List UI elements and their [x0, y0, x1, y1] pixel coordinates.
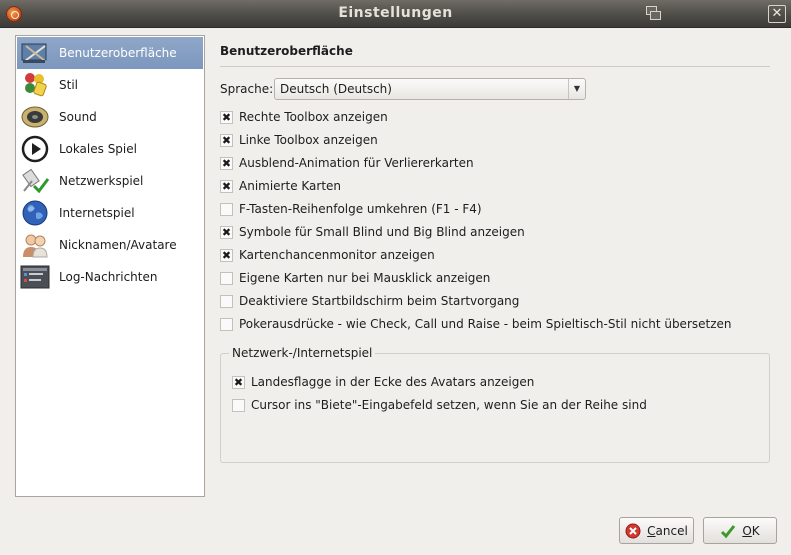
users-icon — [20, 231, 50, 259]
checkbox-checked[interactable]: ✖ — [220, 248, 233, 262]
option-row[interactable]: Eigene Karten nur bei Mausklick anzeigen — [220, 269, 490, 287]
sidebar-item-label: Nicknamen/Avatare — [59, 238, 177, 252]
option-row[interactable]: ✖ Ausblend-Animation für Verliererkarten — [220, 154, 474, 172]
option-row[interactable]: Pokerausdrücke - wie Check, Call und Rai… — [220, 315, 732, 333]
checkbox-unchecked[interactable] — [220, 294, 233, 308]
speaker-icon — [20, 103, 50, 131]
option-label: Landesflagge in der Ecke des Avatars anz… — [251, 375, 535, 389]
option-label: Symbole für Small Blind und Big Blind an… — [239, 225, 525, 239]
option-label: Linke Toolbox anzeigen — [239, 133, 378, 147]
sidebar-item-internetspiel[interactable]: Internetspiel — [17, 197, 203, 229]
checkbox-unchecked[interactable] — [220, 202, 233, 216]
sidebar-item-label: Stil — [59, 78, 78, 92]
sidebar-item-label: Benutzeroberfläche — [59, 46, 177, 60]
network-icon — [20, 167, 50, 195]
sidebar-item-label: Log-Nachrichten — [59, 270, 158, 284]
sidebar-item-label: Netzwerkspiel — [59, 174, 144, 188]
chevron-down-icon: ▼ — [568, 79, 585, 99]
restore-window-icon[interactable] — [645, 5, 663, 23]
play-icon — [20, 135, 50, 163]
section-title: Benutzeroberfläche — [220, 44, 353, 58]
globe-icon — [20, 199, 50, 227]
checkbox-checked[interactable]: ✖ — [220, 179, 233, 193]
option-label: Animierte Karten — [239, 179, 342, 193]
window-title: Einstellungen — [338, 5, 453, 21]
sidebar-item-lokales-spiel[interactable]: Lokales Spiel — [17, 133, 203, 165]
option-row[interactable]: Deaktiviere Startbildschirm beim Startvo… — [220, 292, 519, 310]
checkbox-checked[interactable]: ✖ — [220, 133, 233, 147]
sidebar-item-label: Lokales Spiel — [59, 142, 137, 156]
settings-panel: Benutzeroberfläche Sprache: Deutsch (Deu… — [220, 35, 770, 495]
option-label: Eigene Karten nur bei Mausklick anzeigen — [239, 271, 491, 285]
option-label: Kartenchancenmonitor anzeigen — [239, 248, 435, 262]
checkbox-unchecked[interactable] — [220, 271, 233, 285]
option-row[interactable]: F-Tasten-Reihenfolge umkehren (F1 - F4) — [220, 200, 482, 218]
option-row[interactable]: ✖ Rechte Toolbox anzeigen — [220, 108, 388, 126]
option-row[interactable]: ✖ Linke Toolbox anzeigen — [220, 131, 378, 149]
settings-category-list: Benutzeroberfläche Stil Sound Lokales Sp… — [15, 35, 205, 497]
option-row[interactable]: ✖ Animierte Karten — [220, 177, 341, 195]
cancel-icon — [625, 523, 641, 539]
checkbox-checked[interactable]: ✖ — [220, 110, 233, 124]
ok-label: OK — [742, 523, 760, 538]
close-window-button[interactable]: ✕ — [768, 5, 786, 23]
style-paint-icon — [20, 71, 50, 99]
sidebar-item-stil[interactable]: Stil — [17, 69, 203, 101]
log-window-icon — [20, 263, 50, 291]
sidebar-item-benutzeroberflaeche[interactable]: Benutzeroberfläche — [17, 37, 203, 69]
language-label: Sprache: — [220, 82, 274, 96]
option-label: Rechte Toolbox anzeigen — [239, 110, 388, 124]
sidebar-item-nicknamen-avatare[interactable]: Nicknamen/Avatare — [17, 229, 203, 261]
sidebar-item-label: Sound — [59, 110, 97, 124]
option-row[interactable]: ✖ Landesflagge in der Ecke des Avatars an… — [232, 373, 534, 391]
checkbox-checked[interactable]: ✖ — [232, 375, 245, 389]
section-divider — [220, 66, 770, 67]
option-row[interactable]: Cursor ins "Biete"-Eingabefeld setzen, w… — [232, 396, 647, 414]
option-label: Deaktiviere Startbildschirm beim Startvo… — [239, 294, 520, 308]
checkmark-icon — [720, 523, 736, 539]
sidebar-item-netzwerkspiel[interactable]: Netzwerkspiel — [17, 165, 203, 197]
sidebar-item-sound[interactable]: Sound — [17, 101, 203, 133]
option-row[interactable]: ✖ Symbole für Small Blind und Big Blind a… — [220, 223, 525, 241]
option-row[interactable]: ✖ Kartenchancenmonitor anzeigen — [220, 246, 435, 264]
cancel-button[interactable]: Cancel — [619, 517, 694, 544]
checkbox-unchecked[interactable] — [220, 317, 233, 331]
group-title: Netzwerk-/Internetspiel — [229, 346, 376, 360]
language-select[interactable]: Deutsch (Deutsch) ▼ — [274, 78, 586, 100]
checkbox-unchecked[interactable] — [232, 398, 245, 412]
cancel-label: Cancel — [647, 523, 688, 538]
option-label: Ausblend-Animation für Verliererkarten — [239, 156, 474, 170]
interface-tools-icon — [20, 39, 50, 67]
sidebar-item-log-nachrichten[interactable]: Log-Nachrichten — [17, 261, 203, 293]
language-select-value: Deutsch (Deutsch) — [280, 82, 392, 96]
title-bar: Einstellungen ✕ — [0, 0, 791, 28]
option-label: F-Tasten-Reihenfolge umkehren (F1 - F4) — [239, 202, 482, 216]
option-label: Pokerausdrücke - wie Check, Call und Rai… — [239, 317, 732, 331]
option-label: Cursor ins "Biete"-Eingabefeld setzen, w… — [251, 398, 647, 412]
ok-button[interactable]: OK — [703, 517, 777, 544]
network-groupbox: Netzwerk-/Internetspiel ✖ Landesflagge in… — [220, 346, 770, 463]
checkbox-checked[interactable]: ✖ — [220, 156, 233, 170]
sidebar-item-label: Internetspiel — [59, 206, 135, 220]
checkbox-checked[interactable]: ✖ — [220, 225, 233, 239]
